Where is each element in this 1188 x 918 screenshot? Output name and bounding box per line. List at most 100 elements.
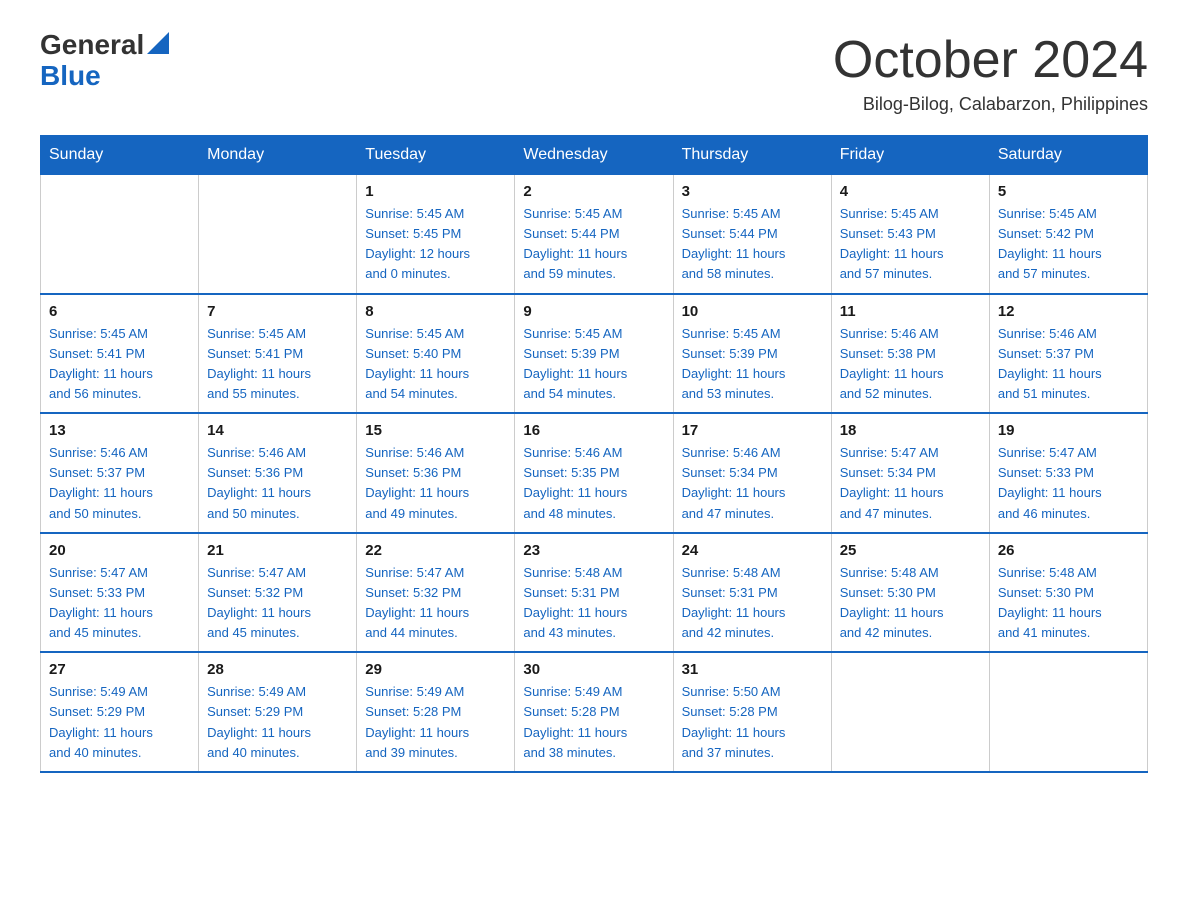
day-number: 1	[365, 183, 506, 200]
header-cell-friday: Friday	[831, 136, 989, 175]
day-info: Sunrise: 5:49 AMSunset: 5:28 PMDaylight:…	[523, 682, 664, 763]
day-info: Sunrise: 5:49 AMSunset: 5:29 PMDaylight:…	[207, 682, 348, 763]
day-info: Sunrise: 5:45 AMSunset: 5:39 PMDaylight:…	[523, 324, 664, 405]
day-info: Sunrise: 5:46 AMSunset: 5:37 PMDaylight:…	[998, 324, 1139, 405]
day-info: Sunrise: 5:46 AMSunset: 5:34 PMDaylight:…	[682, 443, 823, 524]
logo-general-text: General	[40, 30, 144, 61]
day-info: Sunrise: 5:45 AMSunset: 5:42 PMDaylight:…	[998, 204, 1139, 285]
day-info: Sunrise: 5:48 AMSunset: 5:30 PMDaylight:…	[840, 563, 981, 644]
day-number: 25	[840, 542, 981, 559]
calendar-cell: 15 Sunrise: 5:46 AMSunset: 5:36 PMDayligh…	[357, 413, 515, 533]
day-info: Sunrise: 5:47 AMSunset: 5:33 PMDaylight:…	[49, 563, 190, 644]
header-cell-tuesday: Tuesday	[357, 136, 515, 175]
calendar-cell: 14Sunrise: 5:46 AMSunset: 5:36 PMDayligh…	[199, 413, 357, 533]
calendar-cell	[989, 652, 1147, 772]
calendar-cell: 6Sunrise: 5:45 AMSunset: 5:41 PMDaylight…	[41, 294, 199, 414]
day-info: Sunrise: 5:46 AMSunset: 5:38 PMDaylight:…	[840, 324, 981, 405]
day-number: 7	[207, 303, 348, 320]
calendar-header: SundayMondayTuesdayWednesdayThursdayFrid…	[41, 136, 1148, 175]
day-info: Sunrise: 5:47 AMSunset: 5:34 PMDaylight:…	[840, 443, 981, 524]
day-info: Sunrise: 5:47 AMSunset: 5:32 PMDaylight:…	[207, 563, 348, 644]
day-info: Sunrise: 5:48 AMSunset: 5:30 PMDaylight:…	[998, 563, 1139, 644]
calendar-cell	[831, 652, 989, 772]
day-number: 29	[365, 661, 506, 678]
day-info: Sunrise: 5:49 AMSunset: 5:29 PMDaylight:…	[49, 682, 190, 763]
day-info: Sunrise: 5:46 AMSunset: 5:36 PMDaylight:…	[365, 443, 506, 524]
day-number: 18	[840, 422, 981, 439]
calendar-cell: 22 Sunrise: 5:47 AMSunset: 5:32 PMDayligh…	[357, 533, 515, 653]
calendar-cell: 17Sunrise: 5:46 AMSunset: 5:34 PMDayligh…	[673, 413, 831, 533]
day-number: 28	[207, 661, 348, 678]
calendar-cell: 25 Sunrise: 5:48 AMSunset: 5:30 PMDayligh…	[831, 533, 989, 653]
week-row-3: 13Sunrise: 5:46 AMSunset: 5:37 PMDayligh…	[41, 413, 1148, 533]
calendar-body: 1 Sunrise: 5:45 AMSunset: 5:45 PMDaylight…	[41, 175, 1148, 772]
day-info: Sunrise: 5:46 AMSunset: 5:35 PMDaylight:…	[523, 443, 664, 524]
calendar-cell: 13Sunrise: 5:46 AMSunset: 5:37 PMDayligh…	[41, 413, 199, 533]
day-info: Sunrise: 5:45 AMSunset: 5:39 PMDaylight:…	[682, 324, 823, 405]
logo-blue-text: Blue	[40, 61, 169, 92]
calendar-cell: 1 Sunrise: 5:45 AMSunset: 5:45 PMDaylight…	[357, 175, 515, 294]
location-subtitle: Bilog-Bilog, Calabarzon, Philippines	[833, 94, 1148, 115]
calendar-cell: 3Sunrise: 5:45 AMSunset: 5:44 PMDaylight…	[673, 175, 831, 294]
logo-triangle-icon	[147, 32, 169, 54]
week-row-4: 20Sunrise: 5:47 AMSunset: 5:33 PMDayligh…	[41, 533, 1148, 653]
day-number: 19	[998, 422, 1139, 439]
day-number: 27	[49, 661, 190, 678]
day-number: 16	[523, 422, 664, 439]
day-number: 22	[365, 542, 506, 559]
header-cell-monday: Monday	[199, 136, 357, 175]
day-info: Sunrise: 5:47 AMSunset: 5:32 PMDaylight:…	[365, 563, 506, 644]
header-cell-thursday: Thursday	[673, 136, 831, 175]
calendar-cell: 4 Sunrise: 5:45 AMSunset: 5:43 PMDaylight…	[831, 175, 989, 294]
calendar-cell: 30 Sunrise: 5:49 AMSunset: 5:28 PMDayligh…	[515, 652, 673, 772]
day-info: Sunrise: 5:45 AMSunset: 5:45 PMDaylight:…	[365, 204, 506, 285]
week-row-5: 27 Sunrise: 5:49 AMSunset: 5:29 PMDayligh…	[41, 652, 1148, 772]
calendar-cell: 23 Sunrise: 5:48 AMSunset: 5:31 PMDayligh…	[515, 533, 673, 653]
header-cell-sunday: Sunday	[41, 136, 199, 175]
calendar-cell: 10 Sunrise: 5:45 AMSunset: 5:39 PMDayligh…	[673, 294, 831, 414]
day-info: Sunrise: 5:45 AMSunset: 5:43 PMDaylight:…	[840, 204, 981, 285]
calendar-cell: 20Sunrise: 5:47 AMSunset: 5:33 PMDayligh…	[41, 533, 199, 653]
day-number: 21	[207, 542, 348, 559]
calendar-cell: 21 Sunrise: 5:47 AMSunset: 5:32 PMDayligh…	[199, 533, 357, 653]
day-number: 15	[365, 422, 506, 439]
day-number: 3	[682, 183, 823, 200]
page-header: General Blue October 2024 Bilog-Bilog, C…	[40, 30, 1148, 115]
day-number: 10	[682, 303, 823, 320]
day-number: 23	[523, 542, 664, 559]
day-number: 26	[998, 542, 1139, 559]
calendar-cell: 19 Sunrise: 5:47 AMSunset: 5:33 PMDayligh…	[989, 413, 1147, 533]
day-number: 9	[523, 303, 664, 320]
header-cell-saturday: Saturday	[989, 136, 1147, 175]
header-cell-wednesday: Wednesday	[515, 136, 673, 175]
day-number: 4	[840, 183, 981, 200]
calendar-cell: 16 Sunrise: 5:46 AMSunset: 5:35 PMDayligh…	[515, 413, 673, 533]
day-info: Sunrise: 5:45 AMSunset: 5:44 PMDaylight:…	[523, 204, 664, 285]
day-number: 24	[682, 542, 823, 559]
calendar-cell: 28 Sunrise: 5:49 AMSunset: 5:29 PMDayligh…	[199, 652, 357, 772]
calendar-cell: 12Sunrise: 5:46 AMSunset: 5:37 PMDayligh…	[989, 294, 1147, 414]
calendar-cell: 26 Sunrise: 5:48 AMSunset: 5:30 PMDayligh…	[989, 533, 1147, 653]
calendar-cell: 24 Sunrise: 5:48 AMSunset: 5:31 PMDayligh…	[673, 533, 831, 653]
month-title: October 2024	[833, 30, 1148, 90]
day-info: Sunrise: 5:47 AMSunset: 5:33 PMDaylight:…	[998, 443, 1139, 524]
day-info: Sunrise: 5:46 AMSunset: 5:37 PMDaylight:…	[49, 443, 190, 524]
calendar-cell: 29Sunrise: 5:49 AMSunset: 5:28 PMDayligh…	[357, 652, 515, 772]
calendar-cell: 5Sunrise: 5:45 AMSunset: 5:42 PMDaylight…	[989, 175, 1147, 294]
calendar-table: SundayMondayTuesdayWednesdayThursdayFrid…	[40, 135, 1148, 773]
day-info: Sunrise: 5:48 AMSunset: 5:31 PMDaylight:…	[523, 563, 664, 644]
logo: General Blue	[40, 30, 169, 92]
header-row: SundayMondayTuesdayWednesdayThursdayFrid…	[41, 136, 1148, 175]
day-number: 11	[840, 303, 981, 320]
day-info: Sunrise: 5:45 AMSunset: 5:40 PMDaylight:…	[365, 324, 506, 405]
calendar-cell: 27 Sunrise: 5:49 AMSunset: 5:29 PMDayligh…	[41, 652, 199, 772]
title-area: October 2024 Bilog-Bilog, Calabarzon, Ph…	[833, 30, 1148, 115]
calendar-cell: 9 Sunrise: 5:45 AMSunset: 5:39 PMDaylight…	[515, 294, 673, 414]
day-number: 30	[523, 661, 664, 678]
calendar-cell: 31Sunrise: 5:50 AMSunset: 5:28 PMDayligh…	[673, 652, 831, 772]
day-info: Sunrise: 5:46 AMSunset: 5:36 PMDaylight:…	[207, 443, 348, 524]
calendar-cell: 11 Sunrise: 5:46 AMSunset: 5:38 PMDayligh…	[831, 294, 989, 414]
calendar-cell: 18 Sunrise: 5:47 AMSunset: 5:34 PMDayligh…	[831, 413, 989, 533]
day-info: Sunrise: 5:48 AMSunset: 5:31 PMDaylight:…	[682, 563, 823, 644]
calendar-cell: 8Sunrise: 5:45 AMSunset: 5:40 PMDaylight…	[357, 294, 515, 414]
